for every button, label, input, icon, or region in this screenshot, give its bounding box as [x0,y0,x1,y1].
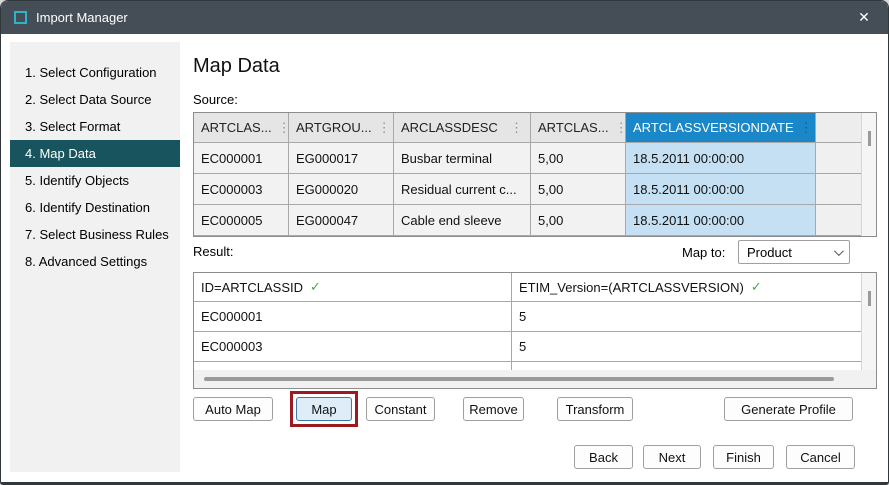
cell[interactable]: EG000020 [289,174,394,204]
scrollbar-thumb[interactable] [204,377,834,381]
column-label: ARTCLASSVERSIONDATE [633,120,794,135]
cell[interactable]: EG000017 [289,143,394,173]
result-table-row: EC000001 5 [194,302,876,332]
check-icon: ✓ [751,279,762,295]
sidebar-item-select-business-rules[interactable]: 7. Select Business Rules [10,221,180,248]
column-label: ARCLASSDESC [401,120,498,135]
cell[interactable]: Residual current c... [394,174,531,204]
cell-selected-column[interactable]: 18.5.2011 00:00:00 [626,143,816,173]
map-to-label: Map to: [682,245,725,260]
app-icon [14,11,27,24]
finish-button[interactable]: Finish [713,445,774,469]
cell[interactable]: EC000001 [194,143,289,173]
result-label: Result: [193,244,233,259]
cell[interactable]: Busbar terminal [394,143,531,173]
map-to-select[interactable]: Product [738,240,850,264]
column-menu-icon[interactable]: ⋮ [504,120,523,136]
cell[interactable]: EC000003 [194,174,289,204]
column-menu-icon[interactable]: ⋮ [794,120,813,136]
column-menu-icon[interactable]: ⋮ [272,120,289,136]
source-table: ARTCLAS... ⋮ ARTGROU... ⋮ ARCLASSDESC ⋮ … [193,112,877,237]
cell-selected-column[interactable]: 18.5.2011 00:00:00 [626,205,816,235]
auto-map-button[interactable]: Auto Map [193,397,273,421]
result-table: ID=ARTCLASSID ✓ ETIM_Version=(ARTCLASSVE… [193,272,877,389]
map-button[interactable]: Map [296,397,352,421]
result-table-row-partial [194,362,876,370]
cell[interactable]: Cable end sleeve [394,205,531,235]
source-table-row: EC000001 EG000017 Busbar terminal 5,00 1… [194,143,876,174]
cancel-button[interactable]: Cancel [786,445,855,469]
column-label: ARTCLAS... [538,120,609,135]
sidebar-item-identify-destination[interactable]: 6. Identify Destination [10,194,180,221]
window-title: Import Manager [36,10,128,25]
map-to-value: Product [747,245,792,260]
result-column-header-id[interactable]: ID=ARTCLASSID ✓ [194,273,512,301]
cell [194,362,512,370]
source-table-row: EC000003 EG000020 Residual current c... … [194,174,876,205]
sidebar-item-select-data-source[interactable]: 2. Select Data Source [10,86,180,113]
column-menu-icon[interactable]: ⋮ [372,120,391,136]
back-button[interactable]: Back [574,445,633,469]
scrollbar-thumb[interactable] [868,131,871,146]
chevron-down-icon [834,246,844,256]
sidebar-item-advanced-settings[interactable]: 8. Advanced Settings [10,248,180,275]
check-icon: ✓ [310,279,321,295]
cell[interactable]: 5,00 [531,143,626,173]
column-label: ARTCLAS... [201,120,272,135]
cell[interactable]: EC000003 [194,332,512,361]
sidebar-item-select-configuration[interactable]: 1. Select Configuration [10,59,180,86]
result-table-row: EC000003 5 [194,332,876,362]
result-column-header-etim-version[interactable]: ETIM_Version=(ARTCLASSVERSION) ✓ [512,273,861,301]
result-table-header: ID=ARTCLASSID ✓ ETIM_Version=(ARTCLASSVE… [194,273,876,302]
cell[interactable]: 5,00 [531,205,626,235]
import-manager-window: Import Manager ✕ 1. Select Configuration… [0,0,889,485]
generate-profile-button[interactable]: Generate Profile [724,397,853,421]
cell[interactable]: 5,00 [531,174,626,204]
cell[interactable]: 5 [512,302,861,331]
sidebar-item-select-format[interactable]: 3. Select Format [10,113,180,140]
cell[interactable]: EG000047 [289,205,394,235]
cell[interactable]: 5 [512,332,861,361]
sidebar-item-identify-objects[interactable]: 5. Identify Objects [10,167,180,194]
column-menu-icon[interactable]: ⋮ [609,120,626,136]
column-label: ARTGROU... [296,120,372,135]
column-label: ETIM_Version=(ARTCLASSVERSION) [519,280,744,295]
source-column-header-artclassid[interactable]: ARTCLAS... ⋮ [194,113,289,142]
page-title: Map Data [193,55,280,78]
source-column-header-artgroup[interactable]: ARTGROU... ⋮ [289,113,394,142]
source-table-header: ARTCLAS... ⋮ ARTGROU... ⋮ ARCLASSDESC ⋮ … [194,113,876,143]
source-vertical-scrollbar[interactable] [861,113,876,236]
transform-button[interactable]: Transform [557,397,633,421]
close-icon[interactable]: ✕ [853,9,875,26]
next-button[interactable]: Next [643,445,701,469]
cell-selected-column[interactable]: 18.5.2011 00:00:00 [626,174,816,204]
column-label: ID=ARTCLASSID [201,280,303,295]
result-vertical-scrollbar[interactable] [861,273,876,370]
cell [512,362,861,370]
source-table-row: EC000005 EG000047 Cable end sleeve 5,00 … [194,205,876,236]
cell[interactable]: EC000001 [194,302,512,331]
source-label: Source: [193,92,238,107]
titlebar: Import Manager ✕ [1,1,888,34]
source-column-header-artclassversiondate[interactable]: ARTCLASSVERSIONDATE ⋮ [626,113,816,142]
remove-button[interactable]: Remove [463,397,524,421]
scrollbar-thumb[interactable] [868,291,871,306]
wizard-steps-sidebar: 1. Select Configuration 2. Select Data S… [10,42,180,472]
cell[interactable]: EC000005 [194,205,289,235]
result-horizontal-scrollbar[interactable] [194,370,876,388]
source-column-header-artclassversion[interactable]: ARTCLAS... ⋮ [531,113,626,142]
constant-button[interactable]: Constant [366,397,435,421]
source-column-header-arclassdesc[interactable]: ARCLASSDESC ⋮ [394,113,531,142]
sidebar-item-map-data[interactable]: 4. Map Data [10,140,180,167]
